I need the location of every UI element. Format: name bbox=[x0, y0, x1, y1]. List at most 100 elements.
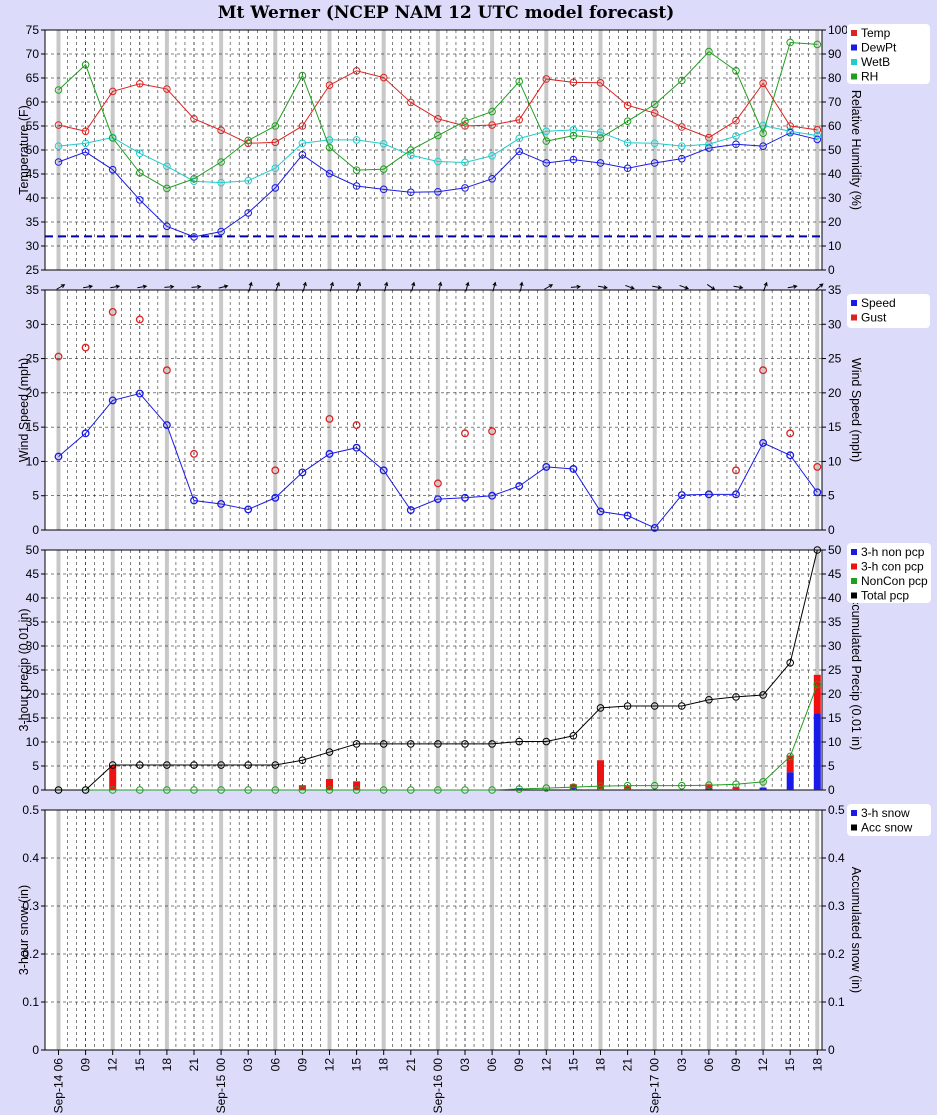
x-tick-label: 21 bbox=[404, 1058, 418, 1072]
y2-tick-label: 0.3 bbox=[828, 899, 845, 913]
y-tick-label: 0 bbox=[32, 523, 39, 537]
panel-4: 00.10.20.30.40.500.10.20.30.40.53-hour s… bbox=[17, 803, 931, 1057]
bar-con-pcp bbox=[597, 760, 604, 790]
y-tick-label: 5 bbox=[32, 489, 39, 503]
y-axis-label: Wind Speed (mph) bbox=[17, 358, 31, 462]
y-axis-label: 3-hour snow (in) bbox=[17, 885, 31, 975]
x-tick-label: Sep-16 00 bbox=[431, 1058, 445, 1114]
y2-tick-label: 20 bbox=[828, 687, 842, 701]
legend: 3-h non pcp3-h con pcpNonCon pcpTotal pc… bbox=[847, 543, 931, 603]
legend-label: Gust bbox=[861, 311, 887, 325]
x-tick-label: 12 bbox=[106, 1058, 120, 1072]
bar-non-pcp bbox=[759, 787, 767, 790]
legend-label: Total pcp bbox=[861, 589, 909, 603]
x-tick-label: 18 bbox=[377, 1058, 391, 1072]
y-tick-label: 0.5 bbox=[22, 803, 39, 817]
y2-tick-label: 50 bbox=[828, 143, 842, 157]
x-axis: Sep-14 06 09 12 15 18 21 Sep-15 00 03 06 09 12 15 18… bbox=[52, 1050, 824, 1114]
y2-tick-label: 10 bbox=[828, 735, 842, 749]
y2-tick-label: 30 bbox=[828, 317, 842, 331]
legend-swatch bbox=[851, 578, 857, 584]
legend-label: Speed bbox=[861, 296, 896, 310]
legend: SpeedGust bbox=[847, 294, 930, 328]
x-tick-label: Sep-15 00 bbox=[214, 1058, 228, 1114]
legend-label: RH bbox=[861, 70, 878, 84]
legend-label: 3-h con pcp bbox=[861, 560, 924, 574]
panel-1: 2530354045505560657075010203040506070809… bbox=[17, 23, 930, 277]
wind-arrow bbox=[706, 284, 716, 291]
y2-tick-label: 15 bbox=[828, 420, 842, 434]
legend-label: 3-h non pcp bbox=[861, 545, 925, 559]
y2-tick-label: 0.1 bbox=[828, 995, 845, 1009]
x-tick-label: 03 bbox=[241, 1058, 255, 1072]
y-tick-label: 70 bbox=[26, 47, 40, 61]
wind-arrow bbox=[137, 284, 148, 289]
y2-tick-label: 25 bbox=[828, 352, 842, 366]
legend-swatch bbox=[851, 563, 857, 570]
x-tick-label: 03 bbox=[675, 1058, 689, 1072]
y2-axis-label: Wind Speed (mph) bbox=[849, 358, 863, 462]
wind-arrow bbox=[787, 284, 798, 289]
y2-tick-label: 35 bbox=[828, 615, 842, 629]
x-tick-label: 12 bbox=[323, 1058, 337, 1072]
y-tick-label: 5 bbox=[32, 759, 39, 773]
x-tick-label: 09 bbox=[79, 1058, 93, 1072]
y-axis-label: 3-hour precip (0.01 in) bbox=[17, 609, 31, 732]
legend-swatch bbox=[851, 824, 857, 831]
wind-arrow bbox=[83, 284, 94, 289]
wind-arrow bbox=[218, 284, 229, 289]
legend-swatch bbox=[851, 314, 857, 321]
y2-tick-label: 0 bbox=[828, 1043, 835, 1057]
chart-title: Mt Werner (NCEP NAM 12 UTC model forecas… bbox=[218, 3, 675, 23]
x-tick-label: 15 bbox=[133, 1058, 147, 1072]
wind-arrow bbox=[110, 284, 121, 289]
y2-tick-label: 20 bbox=[828, 215, 842, 229]
y-tick-label: 35 bbox=[26, 215, 40, 229]
plot-area bbox=[45, 810, 822, 1050]
x-tick-label: Sep-17 00 bbox=[648, 1058, 662, 1114]
legend-swatch bbox=[851, 300, 857, 306]
y2-tick-label: 0.4 bbox=[828, 851, 845, 865]
x-tick-label: 09 bbox=[729, 1058, 743, 1072]
legend-swatch bbox=[851, 810, 857, 816]
y2-axis-label: Accumulated Precip (0.01 in) bbox=[849, 590, 863, 751]
y-tick-label: 30 bbox=[26, 239, 40, 253]
legend-label: Acc snow bbox=[861, 821, 913, 835]
wind-arrow bbox=[570, 284, 581, 289]
y-tick-label: 50 bbox=[26, 543, 40, 557]
y-tick-label: 75 bbox=[26, 23, 40, 37]
legend-swatch bbox=[851, 549, 857, 555]
x-tick-label: 21 bbox=[187, 1058, 201, 1072]
y2-axis-label: Relative Humidity (%) bbox=[849, 90, 863, 210]
x-tick-label: 12 bbox=[539, 1058, 553, 1072]
wind-arrow bbox=[164, 284, 175, 289]
y2-tick-label: 0 bbox=[828, 783, 835, 797]
y2-tick-label: 25 bbox=[828, 663, 842, 677]
y-tick-label: 25 bbox=[26, 263, 40, 277]
legend-label: 3-h snow bbox=[861, 806, 910, 820]
y2-tick-label: 35 bbox=[828, 283, 842, 297]
x-tick-label: 09 bbox=[512, 1058, 526, 1072]
y2-tick-label: 100 bbox=[828, 23, 848, 37]
y-tick-label: 0.1 bbox=[22, 995, 39, 1009]
legend-swatch bbox=[851, 59, 857, 65]
wind-arrow bbox=[652, 285, 663, 290]
x-tick-label: 18 bbox=[160, 1058, 174, 1072]
y2-tick-label: 80 bbox=[828, 71, 842, 85]
legend-label: WetB bbox=[861, 55, 890, 69]
legend-label: NonCon pcp bbox=[861, 574, 928, 588]
bar-non-pcp bbox=[813, 713, 821, 790]
y2-tick-label: 15 bbox=[828, 711, 842, 725]
y2-tick-label: 10 bbox=[828, 454, 842, 468]
wind-arrow bbox=[625, 284, 635, 290]
x-tick-label: 15 bbox=[566, 1058, 580, 1072]
wind-arrow bbox=[56, 284, 66, 290]
x-tick-label: 18 bbox=[594, 1058, 608, 1072]
y2-tick-label: 0.2 bbox=[828, 947, 845, 961]
x-tick-label: Sep-14 06 bbox=[52, 1058, 66, 1114]
panel-3: 0510152025303540455005101520253035404550… bbox=[17, 543, 931, 797]
y2-axis-label: Accumulated snow (in) bbox=[849, 867, 863, 993]
y-tick-label: 30 bbox=[26, 317, 40, 331]
y2-tick-label: 40 bbox=[828, 167, 842, 181]
y2-tick-label: 50 bbox=[828, 543, 842, 557]
